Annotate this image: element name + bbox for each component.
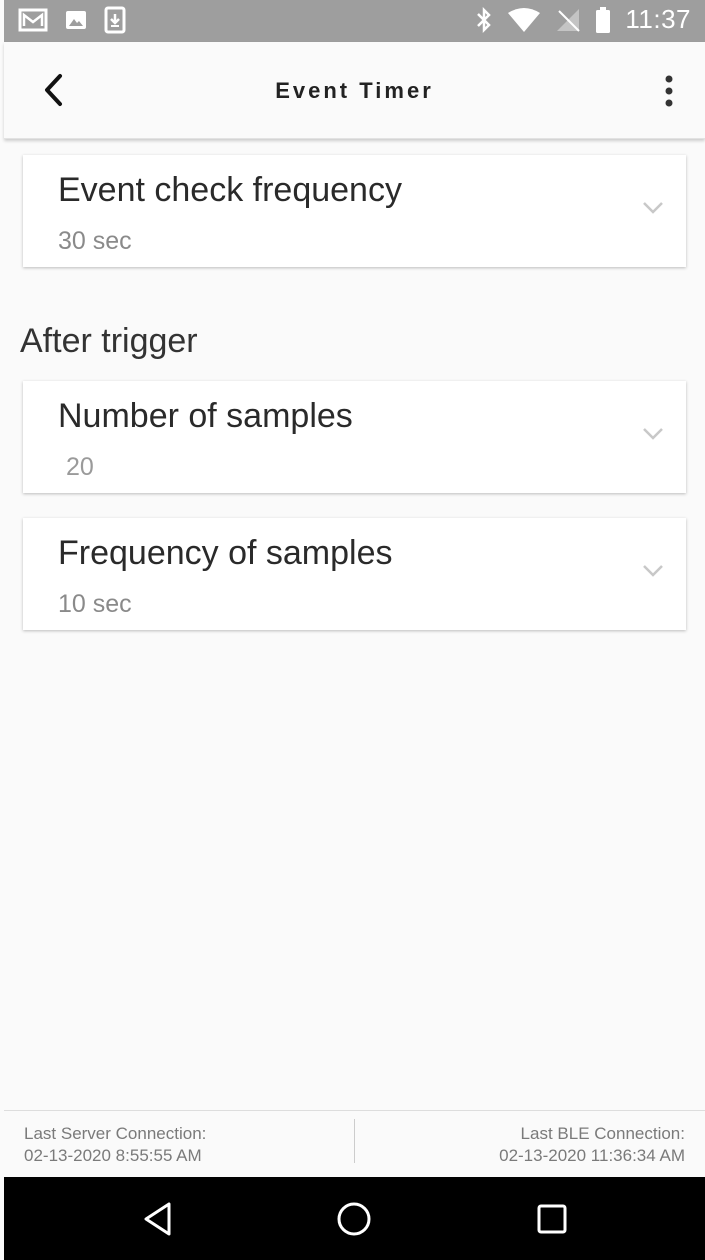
last-ble-connection: Last BLE Connection: 02-13-2020 11:36:34… (499, 1123, 685, 1167)
frequency-of-samples-dropdown[interactable]: Frequency of samples 10 sec (23, 518, 686, 630)
no-sim-icon (557, 8, 581, 32)
event-check-frequency-label: Event check frequency (58, 171, 402, 209)
chevron-down-icon (643, 202, 663, 214)
event-check-frequency-dropdown[interactable]: Event check frequency 30 sec (23, 155, 686, 267)
bluetooth-icon (477, 6, 492, 33)
app-bar: Event Timer (4, 42, 705, 139)
number-of-samples-label: Number of samples (58, 397, 353, 435)
number-of-samples-value: 20 (66, 453, 94, 481)
last-ble-connection-time: 02-13-2020 11:36:34 AM (499, 1146, 685, 1165)
chevron-down-icon (643, 428, 663, 440)
back-triangle-icon[interactable] (139, 1199, 179, 1239)
system-navigation-bar (4, 1177, 705, 1260)
section-title-after-trigger: After trigger (20, 322, 198, 360)
notification-icons (18, 6, 126, 34)
number-of-samples-dropdown[interactable]: Number of samples 20 (23, 381, 686, 493)
clock: 11:37 (625, 4, 691, 34)
recents-square-icon[interactable] (532, 1199, 572, 1239)
battery-icon (596, 6, 611, 33)
download-icon (104, 6, 126, 34)
more-options-icon[interactable] (659, 74, 679, 108)
frequency-of-samples-value: 10 sec (58, 590, 132, 618)
status-bar: 11:37 (4, 0, 705, 42)
gmail-icon (18, 8, 48, 32)
last-server-connection-time: 02-13-2020 8:55:55 AM (24, 1146, 202, 1165)
footer-divider (354, 1119, 355, 1163)
system-icons: 11:37 (475, 4, 691, 35)
connection-footer: Last Server Connection: 02-13-2020 8:55:… (4, 1110, 705, 1178)
chevron-down-icon (643, 565, 663, 577)
wifi-icon (508, 7, 541, 32)
frequency-of-samples-label: Frequency of samples (58, 534, 393, 572)
image-icon (66, 11, 86, 29)
last-server-connection-label: Last Server Connection: (24, 1124, 207, 1143)
last-server-connection: Last Server Connection: 02-13-2020 8:55:… (24, 1123, 206, 1167)
page-title: Event Timer (275, 78, 434, 103)
last-ble-connection-label: Last BLE Connection: (520, 1124, 685, 1143)
event-check-frequency-value: 30 sec (58, 227, 132, 255)
home-circle-icon[interactable] (334, 1199, 374, 1239)
